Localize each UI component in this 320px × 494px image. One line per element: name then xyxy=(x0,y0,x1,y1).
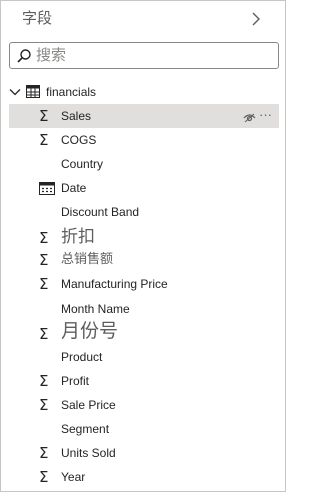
table-name: financials xyxy=(46,85,97,99)
field-item[interactable]: Σ Manufacturing Price xyxy=(1,272,287,296)
field-label: Country xyxy=(61,157,104,171)
row-actions: ··· xyxy=(243,108,273,123)
field-item[interactable]: Σ Sale Price xyxy=(1,393,287,417)
field-label: Discount Band xyxy=(61,205,140,219)
field-label: Sales xyxy=(61,109,92,123)
field-label: Product xyxy=(61,350,103,364)
chevron-down-icon[interactable] xyxy=(8,85,22,99)
field-label: COGS xyxy=(61,133,97,147)
field-item[interactable]: Month Name xyxy=(1,297,287,321)
field-item[interactable]: Date xyxy=(1,176,287,200)
sigma-icon: Σ xyxy=(39,468,49,486)
table-financials[interactable]: financials xyxy=(1,80,287,104)
search-icon xyxy=(16,48,32,64)
field-label: Manufacturing Price xyxy=(61,277,168,291)
sigma-icon: Σ xyxy=(39,229,49,247)
field-label: Date xyxy=(61,181,87,195)
field-label: Units Sold xyxy=(61,446,116,460)
fields-pane-header: 字段 xyxy=(22,9,275,31)
sigma-icon: Σ xyxy=(39,396,49,414)
sigma-icon: Σ xyxy=(39,372,49,390)
field-item[interactable]: Σ 总销售额 xyxy=(1,248,287,272)
search-input[interactable] xyxy=(36,46,272,65)
search-box[interactable] xyxy=(9,42,279,69)
field-item[interactable]: Discount Band xyxy=(1,200,287,224)
fields-pane: 字段 financials Σ Sales ··· Σ COGS Country Date D… xyxy=(0,0,286,492)
sigma-icon: Σ xyxy=(39,107,49,125)
chevron-right-icon[interactable] xyxy=(247,10,265,28)
field-label: 总销售额 xyxy=(61,251,114,266)
field-item[interactable]: Product xyxy=(1,345,287,369)
field-label: Profit xyxy=(61,374,90,388)
field-item[interactable]: Σ Units Sold xyxy=(1,441,287,465)
table-icon xyxy=(26,85,40,98)
field-item[interactable]: Σ Profit xyxy=(1,369,287,393)
calendar-icon xyxy=(39,181,55,199)
sigma-icon: Σ xyxy=(39,325,49,343)
pane-title: 字段 xyxy=(22,10,53,27)
field-item[interactable]: Σ COGS xyxy=(1,128,287,152)
field-item[interactable]: Σ Year xyxy=(1,465,287,489)
field-label: 折扣 xyxy=(61,227,95,246)
field-item[interactable]: Σ 折扣 xyxy=(1,226,287,250)
field-item[interactable]: Country xyxy=(1,152,287,176)
sigma-icon: Σ xyxy=(39,275,49,293)
more-options-button[interactable]: ··· xyxy=(259,108,272,121)
sigma-icon: Σ xyxy=(39,131,49,149)
field-item[interactable]: Σ Sales ··· xyxy=(9,104,279,128)
sigma-icon: Σ xyxy=(39,251,49,269)
field-label: Month Name xyxy=(61,302,130,316)
field-label: Year xyxy=(61,470,86,484)
field-item[interactable]: Σ 月份号 xyxy=(1,321,287,346)
field-label: Segment xyxy=(61,422,110,436)
eye-hidden-icon[interactable] xyxy=(243,110,256,123)
field-label: Sale Price xyxy=(61,398,116,412)
field-item[interactable]: Segment xyxy=(1,417,287,441)
field-label: 月份号 xyxy=(61,321,119,342)
sigma-icon: Σ xyxy=(39,444,49,462)
